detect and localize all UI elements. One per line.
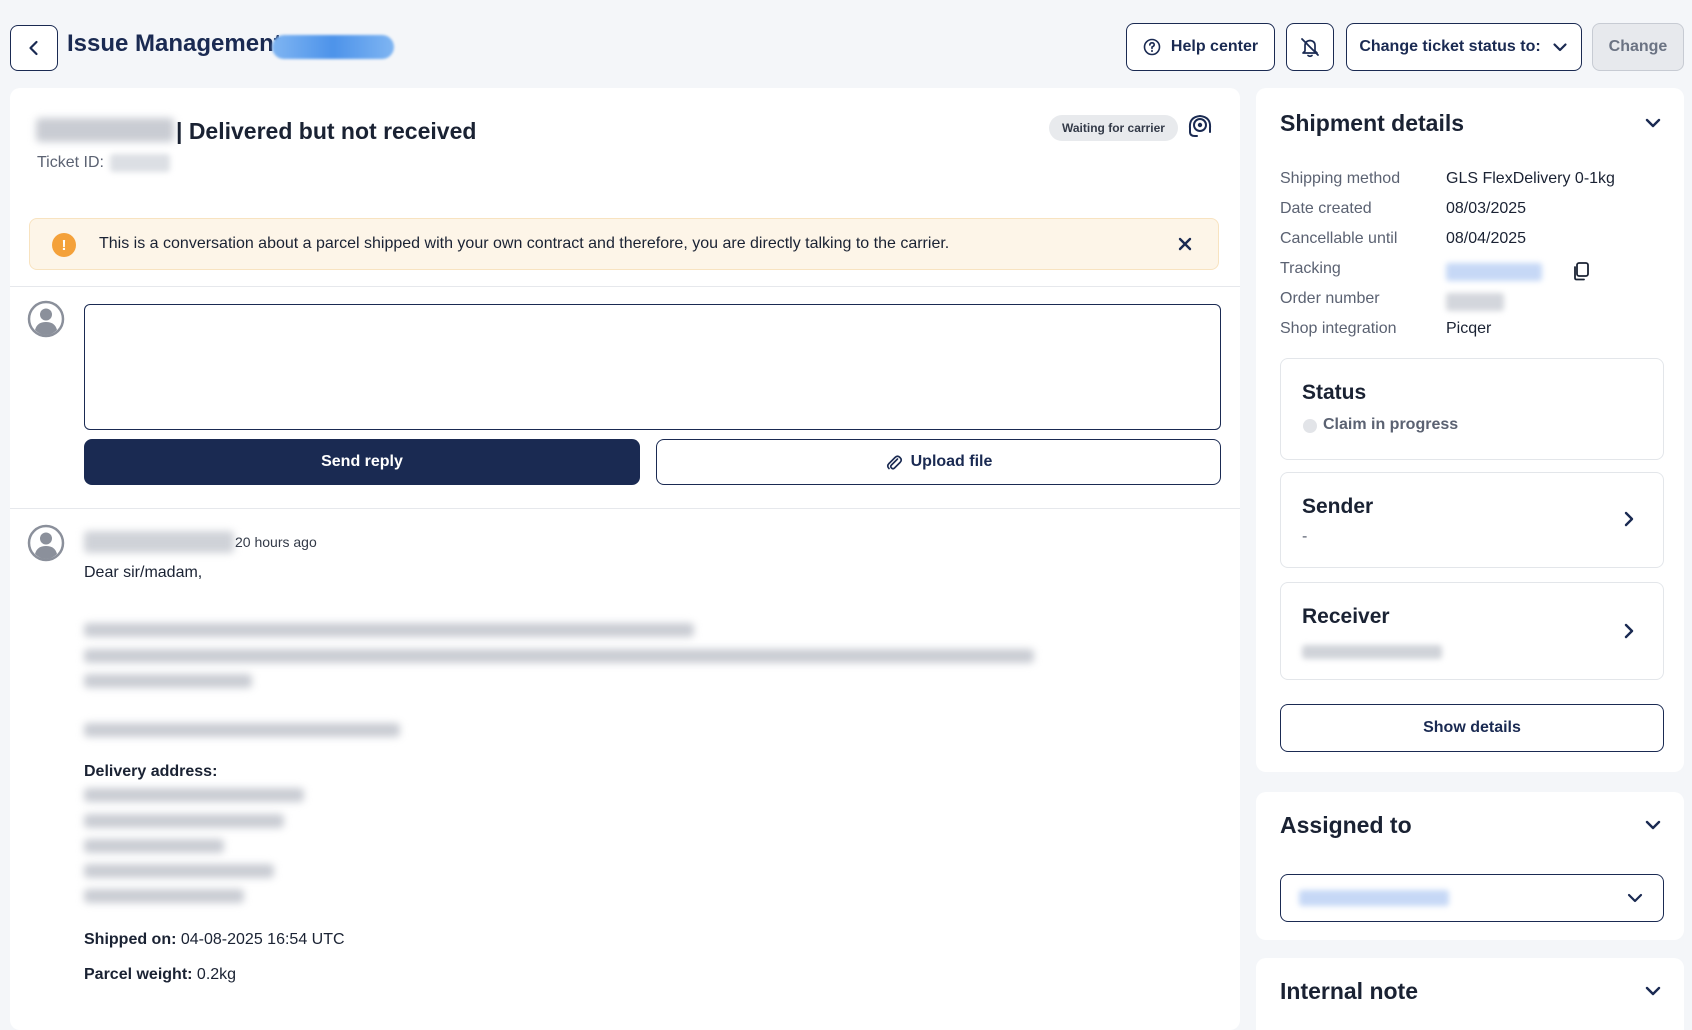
alert-close-button[interactable]: [1172, 231, 1198, 257]
shipment-details-collapse[interactable]: [1642, 112, 1664, 134]
chevron-down-icon: [1645, 986, 1661, 996]
show-details-button[interactable]: Show details: [1280, 704, 1664, 752]
shipped-on-line: Shipped on: 04-08-2025 16:54 UTC: [84, 931, 345, 948]
redacted-ticket-id: [110, 154, 170, 172]
question-circle-icon: [1143, 38, 1161, 56]
status-title: Status: [1302, 381, 1367, 404]
redacted-text-line: [84, 723, 400, 737]
upload-file-button[interactable]: Upload file: [656, 439, 1221, 485]
redacted-sender-name: [84, 531, 234, 553]
chevron-down-icon: [1627, 893, 1643, 903]
assigned-to-title: Assigned to: [1280, 812, 1412, 838]
close-icon: [1178, 237, 1192, 251]
internal-note-card: Internal note: [1256, 958, 1684, 1030]
divider: [10, 508, 1240, 509]
help-center-label: Help center: [1170, 38, 1259, 55]
chevron-down-icon: [1553, 43, 1567, 52]
message-timestamp: 20 hours ago: [235, 534, 317, 550]
shipping-method-row: Shipping method GLS FlexDelivery 0-1kg: [1280, 170, 1615, 187]
ticket-id-label: Ticket ID:: [37, 154, 104, 171]
receiver-title: Receiver: [1302, 605, 1390, 628]
user-avatar-icon: [27, 524, 65, 562]
page-title: Issue Management: [67, 30, 282, 57]
redacted-text-line: [84, 674, 252, 688]
status-value: Claim in progress: [1323, 416, 1459, 433]
ticket-title: | Delivered but not received: [176, 118, 477, 144]
help-center-button[interactable]: Help center: [1126, 23, 1275, 71]
tracking-row: Tracking: [1280, 260, 1670, 284]
warning-icon: !: [52, 233, 76, 257]
chevron-left-icon: [29, 40, 38, 56]
redacted-address-line: [84, 788, 304, 802]
copy-icon[interactable]: [1570, 260, 1592, 282]
redacted-receiver-name: [1302, 645, 1442, 659]
assigned-to-card: Assigned to: [1256, 792, 1684, 940]
assignee-select[interactable]: [1280, 874, 1664, 922]
shipment-details-card: Shipment details Shipping method GLS Fle…: [1256, 88, 1684, 772]
user-avatar-icon: [27, 300, 65, 338]
status-section: Status Claim in progress: [1280, 358, 1664, 460]
send-reply-button[interactable]: Send reply: [84, 439, 640, 485]
redacted-address-line: [84, 889, 244, 903]
redacted-text-line: [84, 649, 1034, 663]
page-header: Issue Management Help center Change tick…: [0, 0, 1692, 94]
parcel-weight-line: Parcel weight: 0.2kg: [84, 966, 237, 983]
chevron-down-icon: [1645, 118, 1661, 128]
delivery-address-label: Delivery address:: [84, 763, 218, 780]
own-contract-alert: ! This is a conversation about a parcel …: [29, 218, 1219, 270]
internal-note-collapse[interactable]: [1642, 980, 1664, 1002]
redacted-ticket-reference: [36, 118, 174, 142]
shop-integration-row: Shop integration Picqer: [1280, 320, 1492, 337]
change-ticket-status-dropdown[interactable]: Change ticket status to:: [1346, 23, 1582, 71]
shipment-details-title: Shipment details: [1280, 110, 1465, 136]
ticket-conversation-card: | Delivered but not received Ticket ID: …: [10, 88, 1240, 1030]
redacted-badge: [272, 35, 394, 59]
chevron-right-icon: [1624, 623, 1634, 639]
sender-title: Sender: [1302, 495, 1374, 518]
bell-off-icon: [1301, 38, 1319, 58]
alert-message: This is a conversation about a parcel sh…: [99, 235, 950, 252]
chevron-right-icon: [1624, 511, 1634, 527]
internal-note-title: Internal note: [1280, 978, 1419, 1004]
change-button[interactable]: Change: [1592, 23, 1684, 71]
redacted-text-line: [84, 623, 694, 637]
sender-value: -: [1302, 528, 1308, 545]
reply-textarea[interactable]: [84, 304, 1221, 430]
receiver-section[interactable]: Receiver: [1280, 582, 1664, 680]
assigned-to-collapse[interactable]: [1642, 814, 1664, 836]
ticket-status-badge: Waiting for carrier: [1049, 115, 1178, 141]
date-created-row: Date created 08/03/2025: [1280, 200, 1527, 217]
change-ticket-status-label: Change ticket status to:: [1359, 38, 1541, 55]
carrier-headset-icon[interactable]: [1184, 110, 1216, 142]
divider: [10, 286, 1240, 287]
upload-file-label: Upload file: [910, 453, 993, 470]
back-button[interactable]: [10, 25, 58, 71]
redacted-assignee: [1299, 890, 1449, 906]
redacted-address-line: [84, 839, 224, 853]
chevron-down-icon: [1645, 820, 1661, 830]
notifications-toggle-button[interactable]: [1286, 23, 1334, 71]
status-indicator: [1303, 419, 1317, 433]
redacted-address-line: [84, 864, 274, 878]
cancellable-until-row: Cancellable until 08/04/2025: [1280, 230, 1527, 247]
redacted-order-number: [1446, 293, 1504, 311]
sender-section[interactable]: Sender -: [1280, 472, 1664, 568]
redacted-tracking-link[interactable]: [1446, 263, 1542, 281]
message-greeting: Dear sir/madam,: [84, 564, 203, 581]
redacted-address-line: [84, 814, 284, 828]
paperclip-icon: [886, 455, 902, 470]
order-number-row: Order number: [1280, 290, 1670, 314]
